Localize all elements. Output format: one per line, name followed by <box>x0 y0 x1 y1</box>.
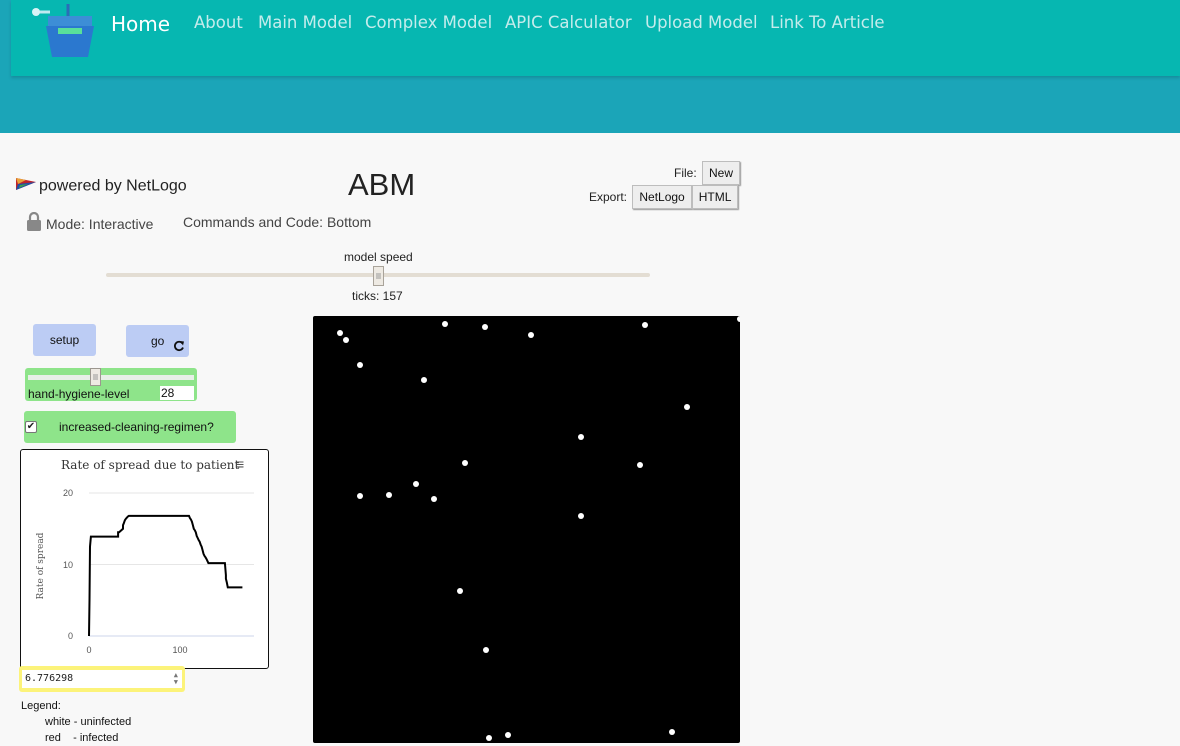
turtle-agent <box>683 403 690 410</box>
turtle-agent <box>483 646 490 653</box>
plot-ytick-20: 20 <box>63 488 73 498</box>
lock-icon <box>26 211 42 234</box>
plot-series-line <box>88 514 243 637</box>
turtle-agent <box>668 729 675 736</box>
nav-main-model[interactable]: Main Model <box>258 13 352 32</box>
turtle-agent <box>578 434 585 441</box>
turtle-agent <box>456 587 463 594</box>
mode-toggle[interactable]: Mode: Interactive <box>26 211 154 234</box>
export-html-button[interactable]: HTML <box>691 185 739 209</box>
turtle-agent <box>504 731 511 738</box>
plot-ytick-10: 10 <box>63 560 73 570</box>
ticks-counter: ticks: 157 <box>352 289 403 303</box>
nav-about[interactable]: About <box>194 13 243 32</box>
turtle-agent <box>482 323 489 330</box>
world-view[interactable] <box>313 316 740 743</box>
netlogo-logo-icon <box>16 176 36 197</box>
spinner-arrows-icon[interactable]: ▲ ▼ <box>174 672 178 686</box>
rate-monitor-value[interactable]: 6.776298 ▲ ▼ <box>22 670 182 688</box>
hand-hygiene-slider-value[interactable]: 28 <box>160 386 194 400</box>
hand-hygiene-slider-label: hand-hygiene-level <box>28 387 130 401</box>
plot-canvas: Rate of spread 20 10 0 0 100 <box>36 488 254 655</box>
hand-hygiene-slider-track[interactable] <box>28 375 194 380</box>
turtle-agent <box>442 321 449 327</box>
export-label: Export: <box>589 190 628 204</box>
model-speed-handle[interactable] <box>373 266 384 286</box>
go-button[interactable]: go <box>126 325 189 357</box>
plot-xtick-100: 100 <box>172 645 187 655</box>
export-row: Export: NetLogo HTML <box>589 185 739 209</box>
legend-title: Legend: <box>21 700 61 712</box>
netlogo-brand-link[interactable]: powered by NetLogo <box>16 176 187 197</box>
hand-hygiene-slider[interactable]: hand-hygiene-level 28 <box>25 368 197 401</box>
go-button-label: go <box>151 334 165 348</box>
legend-item-uninfected: white - uninfected <box>45 716 132 728</box>
mode-label: Mode: Interactive <box>46 216 154 232</box>
turtle-agent <box>336 330 343 337</box>
export-netlogo-button[interactable]: NetLogo <box>632 185 692 209</box>
forever-icon <box>173 340 185 355</box>
turtle-agent <box>412 481 419 488</box>
turtle-agent <box>636 462 643 469</box>
hand-hygiene-slider-handle[interactable] <box>90 368 101 386</box>
legend-note: Legend: white - uninfected red - infecte… <box>21 698 131 746</box>
plot-xtick-0: 0 <box>86 645 91 655</box>
new-button[interactable]: New <box>702 161 741 185</box>
turtle-agent <box>431 495 438 502</box>
setup-button[interactable]: setup <box>33 324 96 356</box>
turtle-agent <box>462 459 469 466</box>
turtle-agent <box>356 493 363 500</box>
rate-monitor-text: 6.776298 <box>25 673 74 684</box>
nav-complex-model[interactable]: Complex Model <box>365 13 492 32</box>
turtle-agent <box>737 316 740 322</box>
legend-item-infected: red - infected <box>45 732 119 744</box>
turtle-agent <box>486 734 493 741</box>
increased-cleaning-switch[interactable]: ✔ increased-cleaning-regimen? <box>24 411 236 443</box>
rate-monitor: 6.776298 ▲ ▼ <box>19 666 185 692</box>
turtle-agent <box>578 513 585 520</box>
model-speed-label: model speed <box>344 250 413 264</box>
nav-home[interactable]: Home <box>111 12 170 36</box>
nav-apic-calculator[interactable]: APIC Calculator <box>505 13 632 32</box>
file-label: File: <box>674 166 697 180</box>
nav-link-to-article[interactable]: Link To Article <box>770 13 885 32</box>
turtle-agent <box>343 337 350 344</box>
main-nav: Home About Main Model Complex Model APIC… <box>0 12 1180 37</box>
turtle-agent <box>420 377 427 384</box>
nav-upload-model[interactable]: Upload Model <box>645 13 758 32</box>
increased-cleaning-switch-label: increased-cleaning-regimen? <box>59 420 214 434</box>
checkbox-checked-icon[interactable]: ✔ <box>25 421 37 433</box>
turtle-agent <box>356 362 363 369</box>
turtle-agent <box>386 491 393 498</box>
netlogo-brand-label: powered by NetLogo <box>39 177 187 195</box>
commands-and-code-toggle[interactable]: Commands and Code: Bottom <box>183 214 371 230</box>
turtle-agent <box>642 322 649 329</box>
plot-ylabel: Rate of spread <box>36 532 46 599</box>
file-row: File: New <box>674 161 741 185</box>
model-title[interactable]: ABM <box>348 167 415 203</box>
rate-of-spread-plot: Rate of spread due to patient ≡ Rate of … <box>20 449 269 669</box>
turtle-agent <box>527 331 534 338</box>
plot-ytick-0: 0 <box>68 631 73 641</box>
nav-bar <box>11 0 1180 76</box>
